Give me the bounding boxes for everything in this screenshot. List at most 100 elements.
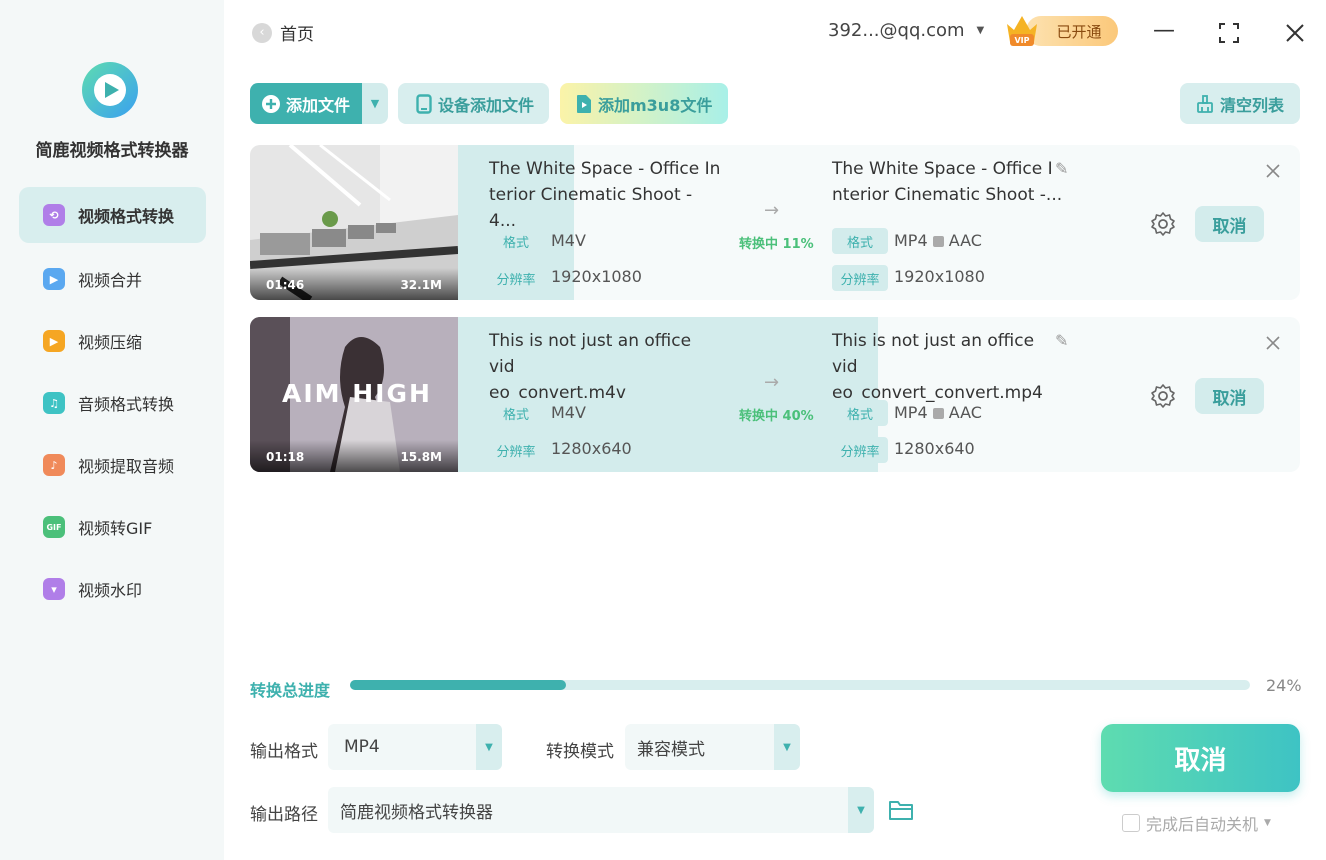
conversion-status: 转换中 40% xyxy=(739,409,814,424)
output-format-select[interactable]: MP4 ▼ xyxy=(328,724,502,770)
folder-icon[interactable] xyxy=(888,798,914,822)
output-format: MP4 AAC xyxy=(894,231,982,250)
thumbnail-caption: AIM HIGH xyxy=(282,379,432,408)
clear-list-label: 清空列表 xyxy=(1220,95,1285,115)
maximize-button[interactable] xyxy=(1217,22,1241,44)
source-filename: The White Space - Office In terior Cinem… xyxy=(489,159,721,231)
chevron-down-icon: ▼ xyxy=(370,97,380,110)
output-format: MP4 AAC xyxy=(894,403,982,422)
total-progress-bar xyxy=(350,680,1250,690)
settings-gear-icon[interactable] xyxy=(1150,211,1176,237)
add-m3u8-button[interactable]: 添加m3u8文件 xyxy=(560,83,728,124)
device-add-label: 设备添加文件 xyxy=(438,95,535,115)
add-file-dropdown[interactable]: ▼ xyxy=(362,83,388,124)
sidebar: 简鹿视频格式转换器 ⟲ 视频格式转换 ▶ 视频合并 ▶ 视频压缩 ♫ 音频格式转… xyxy=(0,0,224,860)
remove-file-icon[interactable] xyxy=(1265,163,1281,179)
sidebar-item-label: 视频转GIF xyxy=(78,519,153,538)
source-resolution: 1280x640 xyxy=(551,439,632,458)
output-path-label: 输出路径 xyxy=(250,805,318,825)
chevron-down-icon: ▼ xyxy=(1264,818,1271,828)
convert-mode-label: 转换模式 xyxy=(546,742,614,762)
add-file-button[interactable]: 添加文件 xyxy=(250,83,362,124)
vip-status-button[interactable]: 已开通 VIP xyxy=(1004,10,1120,50)
sidebar-item-audio-convert[interactable]: ♫ 音频格式转换 xyxy=(19,375,206,431)
audio-icon xyxy=(932,408,944,419)
source-filename: This is not just an office vid eo_conver… xyxy=(489,331,692,403)
edit-icon[interactable]: ✎ xyxy=(1055,331,1068,350)
output-filename: This is not just an office vid eo_conver… xyxy=(832,331,1043,403)
source-format: M4V xyxy=(551,403,586,422)
cancel-file-button[interactable]: 取消 xyxy=(1195,206,1264,242)
auto-shutdown-checkbox[interactable] xyxy=(1122,814,1140,832)
home-label: 首页 xyxy=(280,25,314,45)
sidebar-item-extract-audio[interactable]: ♪ 视频提取音频 xyxy=(19,437,206,493)
output-audio-value: AAC xyxy=(948,231,982,250)
crown-icon: VIP xyxy=(1007,16,1037,46)
minimize-button[interactable]: — xyxy=(1152,18,1176,43)
add-m3u8-label: 添加m3u8文件 xyxy=(598,95,713,115)
auto-shutdown-option[interactable]: 完成后自动关机 ▼ xyxy=(1122,811,1271,835)
chevron-down-icon: ▼ xyxy=(848,787,874,833)
source-format: M4V xyxy=(551,231,586,250)
edit-icon[interactable]: ✎ xyxy=(1055,159,1068,178)
output-path-value: 简鹿视频格式转换器 xyxy=(340,802,493,823)
source-resolution: 1920x1080 xyxy=(551,267,642,286)
sidebar-item-video-merge[interactable]: ▶ 视频合并 xyxy=(19,251,206,307)
phone-icon xyxy=(416,93,432,114)
cancel-file-button[interactable]: 取消 xyxy=(1195,378,1264,414)
format-tag: 格式 xyxy=(832,228,888,254)
chevron-down-icon: ▼ xyxy=(476,724,502,770)
video-convert-icon: ⟲ xyxy=(43,204,65,226)
video-merge-icon: ▶ xyxy=(43,268,65,290)
plus-circle-icon xyxy=(262,94,280,113)
total-progress-percent: 24% xyxy=(1266,676,1302,695)
video-thumbnail[interactable]: AIM HIGH 01:18 15.8M xyxy=(250,317,458,472)
sidebar-item-label: 视频提取音频 xyxy=(78,457,175,476)
settings-gear-icon[interactable] xyxy=(1150,383,1176,409)
chevron-down-icon: ▼ xyxy=(774,724,800,770)
output-path-select[interactable]: 简鹿视频格式转换器 ▼ xyxy=(328,787,874,833)
vip-badge-text: VIP xyxy=(1014,36,1029,45)
output-format-value: MP4 xyxy=(894,231,928,250)
add-file-label: 添加文件 xyxy=(286,95,351,115)
back-arrow-icon: ‹ xyxy=(252,22,272,43)
video-size: 15.8M xyxy=(400,450,442,464)
video-duration: 01:18 xyxy=(266,450,305,464)
format-tag: 格式 xyxy=(832,400,888,426)
video-size: 32.1M xyxy=(400,278,442,292)
app-title: 简鹿视频格式转换器 xyxy=(35,141,189,161)
format-tag: 格式 xyxy=(489,228,543,254)
resolution-tag: 分辨率 xyxy=(489,265,543,291)
convert-mode-select[interactable]: 兼容模式 ▼ xyxy=(625,724,800,770)
file-item: 01:46 32.1M The White Space - Office In … xyxy=(250,145,1300,300)
sidebar-item-watermark[interactable]: ▾ 视频水印 xyxy=(19,561,206,617)
sidebar-item-video-compress[interactable]: ▶ 视频压缩 xyxy=(19,313,206,369)
home-link[interactable]: ‹ 首页 xyxy=(252,20,314,45)
video-thumbnail[interactable]: 01:46 32.1M xyxy=(250,145,458,300)
gif-icon: GIF xyxy=(43,516,65,538)
sidebar-item-label: 视频压缩 xyxy=(78,333,143,352)
output-resolution: 1280x640 xyxy=(894,439,975,458)
sidebar-item-video-gif[interactable]: GIF 视频转GIF xyxy=(19,499,206,555)
account-menu[interactable]: 392...@qq.com ▼ xyxy=(828,20,984,41)
auto-shutdown-label: 完成后自动关机 xyxy=(1146,815,1259,834)
total-progress-label: 转换总进度 xyxy=(250,681,331,700)
app-logo-icon xyxy=(82,62,138,118)
sidebar-item-video-convert[interactable]: ⟲ 视频格式转换 xyxy=(19,187,206,243)
broom-icon xyxy=(1197,94,1213,113)
cancel-all-button[interactable]: 取消 xyxy=(1101,724,1300,792)
output-resolution: 1920x1080 xyxy=(894,267,985,286)
file-item: AIM HIGH 01:18 15.8M This is not just an… xyxy=(250,317,1300,472)
convert-mode-value: 兼容模式 xyxy=(637,739,705,760)
clear-list-button[interactable]: 清空列表 xyxy=(1180,83,1300,124)
output-audio-value: AAC xyxy=(948,403,982,422)
total-progress-fill xyxy=(350,680,566,690)
video-compress-icon: ▶ xyxy=(43,330,65,352)
device-add-button[interactable]: 设备添加文件 xyxy=(398,83,549,124)
sidebar-item-label: 音频格式转换 xyxy=(78,395,175,414)
sidebar-item-label: 视频格式转换 xyxy=(78,207,175,226)
close-window-button[interactable] xyxy=(1283,22,1307,44)
arrow-right-icon: → xyxy=(764,200,780,221)
sidebar-item-label: 视频合并 xyxy=(78,271,143,290)
remove-file-icon[interactable] xyxy=(1265,335,1281,351)
